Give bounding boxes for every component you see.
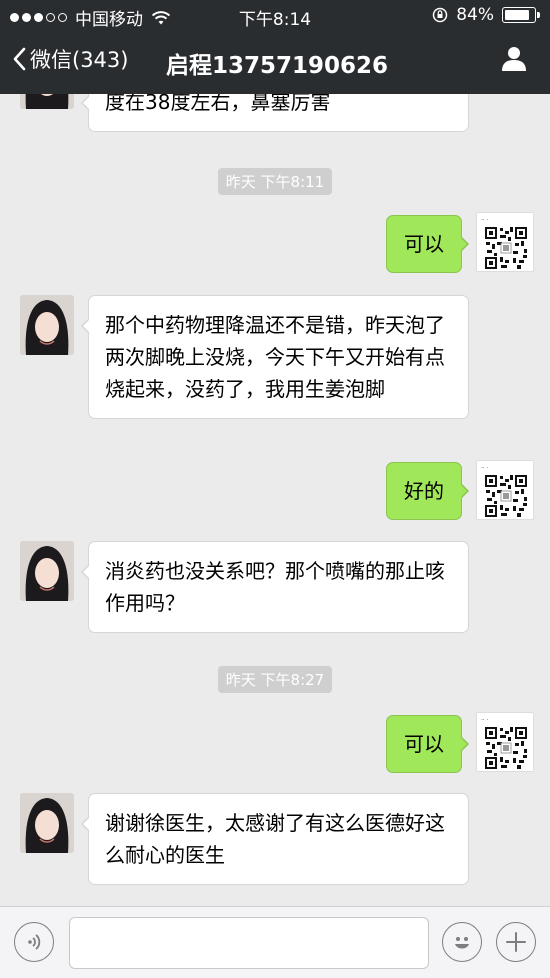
top-bar: 中国移动 下午8:14 84% 微信(343) 启程13757190626 — [0, 0, 550, 94]
outgoing-message-bubble[interactable]: 可以 — [386, 215, 469, 273]
contact-avatar[interactable] — [20, 94, 74, 109]
incoming-message-bubble[interactable]: 谢谢徐医生，太感谢了有这么医德好这么耐心的医生 — [81, 793, 469, 885]
person-icon — [502, 47, 526, 71]
qr-code-icon: ·· · — [477, 213, 533, 271]
qr-code-icon: ·· · — [477, 461, 533, 519]
qr-code-icon: ·· · — [477, 713, 533, 771]
svg-text:·· ·: ·· · — [481, 217, 489, 224]
emoji-icon — [455, 937, 469, 949]
incoming-message-bubble[interactable]: 度在38度左右，鼻塞厉害 — [81, 94, 469, 132]
emoji-button[interactable] — [442, 922, 482, 962]
incoming-message-bubble[interactable]: 消炎药也没关系吧？那个喷嘴的那止咳作用吗？ — [81, 541, 469, 633]
rotation-lock-icon — [432, 7, 448, 23]
profile-button[interactable] — [500, 44, 528, 76]
incoming-message-bubble[interactable]: 那个中药物理降温还不是错，昨天泡了两次脚晚上没烧，今天下午又开始有点烧起来，没药… — [81, 295, 469, 419]
my-avatar[interactable]: ·· · — [476, 712, 534, 772]
message-timestamp: 昨天 下午8:27 — [0, 666, 550, 693]
contact-avatar[interactable] — [20, 295, 74, 355]
message-text: 度在38度左右，鼻塞厉害 — [105, 94, 331, 114]
more-button[interactable] — [496, 922, 536, 962]
timestamp-label: 昨天 下午8:27 — [217, 666, 333, 693]
message-text: 消炎药也没关系吧？那个喷嘴的那止咳作用吗？ — [105, 559, 445, 615]
my-avatar[interactable]: ·· · — [476, 212, 534, 272]
battery-icon — [502, 7, 540, 23]
back-button[interactable]: 微信(343) — [12, 44, 128, 74]
contact-avatar-image — [20, 295, 74, 355]
back-label: 微信(343) — [30, 48, 129, 72]
chat-area[interactable]: 度在38度左右，鼻塞厉害 昨天 下午8:11 可以 ·· · 那个中药物理降温还… — [0, 94, 550, 906]
outgoing-message-bubble[interactable]: 好的 — [386, 462, 469, 520]
chat-title: 启程13757190626 — [166, 53, 389, 79]
message-text: 谢谢徐医生，太感谢了有这么医德好这么耐心的医生 — [105, 811, 445, 867]
battery-group: 84% — [432, 5, 540, 25]
message-timestamp: 昨天 下午8:11 — [0, 168, 550, 195]
voice-button[interactable] — [14, 922, 54, 962]
plus-icon — [506, 932, 526, 952]
message-input[interactable] — [69, 917, 429, 969]
message-text: 可以 — [404, 732, 444, 756]
chevron-left-icon — [13, 47, 26, 71]
contact-avatar[interactable] — [20, 541, 74, 601]
message-text: 可以 — [404, 232, 444, 256]
svg-text:·· ·: ·· · — [481, 717, 489, 724]
my-avatar[interactable]: ·· · — [476, 460, 534, 520]
voice-icon — [28, 934, 41, 950]
message-text: 那个中药物理降温还不是错，昨天泡了两次脚晚上没烧，今天下午又开始有点烧起来，没药… — [105, 313, 445, 401]
contact-avatar-image — [20, 793, 74, 853]
status-bar: 中国移动 下午8:14 84% — [0, 0, 550, 30]
battery-percent: 84% — [456, 5, 494, 25]
navigation-bar: 微信(343) 启程13757190626 — [0, 30, 550, 94]
input-bar — [0, 906, 550, 978]
contact-avatar[interactable] — [20, 793, 74, 853]
outgoing-message-bubble[interactable]: 可以 — [386, 715, 469, 773]
timestamp-label: 昨天 下午8:11 — [217, 168, 333, 195]
message-text: 好的 — [404, 479, 444, 503]
svg-text:·· ·: ·· · — [481, 465, 489, 472]
contact-avatar-image — [20, 94, 74, 109]
contact-avatar-image — [20, 541, 74, 601]
